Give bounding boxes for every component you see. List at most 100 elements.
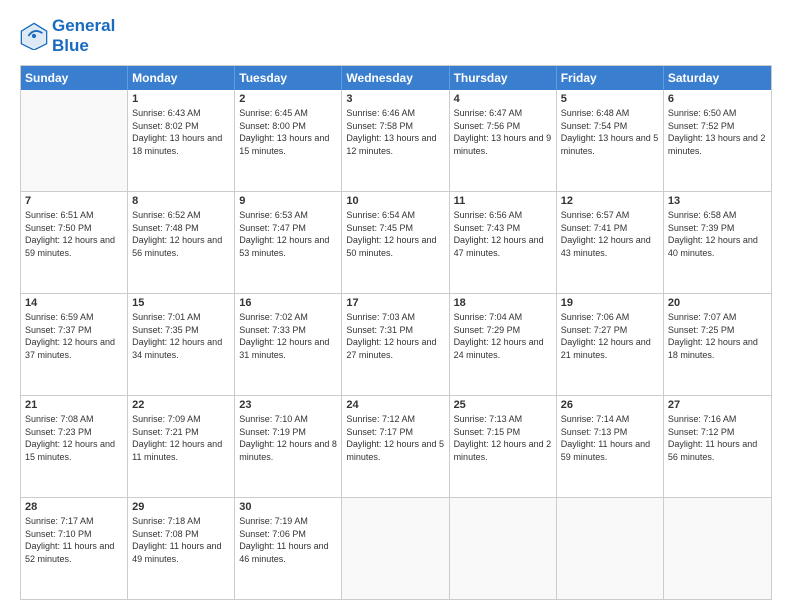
day-number: 16 [239,297,337,309]
calendar-cell: 12Sunrise: 6:57 AMSunset: 7:41 PMDayligh… [557,192,664,293]
day-number: 25 [454,399,552,411]
calendar-cell: 30 Sunrise: 7:19 AMSunset: 7:06 PMDayligh… [235,498,342,599]
day-number: 9 [239,195,337,207]
cell-info: Sunrise: 6:43 AMSunset: 8:02 PMDaylight:… [132,107,230,157]
cell-info: Sunrise: 7:09 AMSunset: 7:21 PMDaylight:… [132,413,230,463]
weekday-header-tuesday: Tuesday [235,66,342,90]
calendar-cell: 5 Sunrise: 6:48 AMSunset: 7:54 PMDaylight… [557,90,664,191]
calendar-cell: 18 Sunrise: 7:04 AMSunset: 7:29 PMDayligh… [450,294,557,395]
calendar-header: SundayMondayTuesdayWednesdayThursdayFrid… [21,66,771,90]
calendar-cell: 25 Sunrise: 7:13 AMSunset: 7:15 PMDayligh… [450,396,557,497]
calendar-cell [450,498,557,599]
calendar-cell: 13 Sunrise: 6:58 AMSunset: 7:39 PMDayligh… [664,192,771,293]
cell-info: Sunrise: 7:19 AMSunset: 7:06 PMDaylight:… [239,515,337,565]
calendar-body: 1 Sunrise: 6:43 AMSunset: 8:02 PMDaylight… [21,90,771,599]
cell-info: Sunrise: 7:18 AMSunset: 7:08 PMDaylight:… [132,515,230,565]
day-number: 1 [132,93,230,105]
day-number: 27 [668,399,767,411]
day-number: 13 [668,195,767,207]
weekday-header-sunday: Sunday [21,66,128,90]
weekday-header-friday: Friday [557,66,664,90]
calendar-cell: 1 Sunrise: 6:43 AMSunset: 8:02 PMDaylight… [128,90,235,191]
cell-info: Sunrise: 6:47 AMSunset: 7:56 PMDaylight:… [454,107,552,157]
calendar-cell: 6 Sunrise: 6:50 AMSunset: 7:52 PMDaylight… [664,90,771,191]
day-number: 28 [25,501,123,513]
cell-info: Sunrise: 7:07 AMSunset: 7:25 PMDaylight:… [668,311,767,361]
calendar-cell: 24 Sunrise: 7:12 AMSunset: 7:17 PMDayligh… [342,396,449,497]
cell-info: Sunrise: 7:01 AMSunset: 7:35 PMDaylight:… [132,311,230,361]
day-number: 11 [454,195,552,207]
cell-info: Sunrise: 6:59 AMSunset: 7:37 PMDaylight:… [25,311,123,361]
day-number: 6 [668,93,767,105]
calendar-cell: 23Sunrise: 7:10 AMSunset: 7:19 PMDayligh… [235,396,342,497]
cell-info: Sunrise: 7:13 AMSunset: 7:15 PMDaylight:… [454,413,552,463]
calendar-cell: 21 Sunrise: 7:08 AMSunset: 7:23 PMDayligh… [21,396,128,497]
cell-info: Sunrise: 6:51 AMSunset: 7:50 PMDaylight:… [25,209,123,259]
calendar-cell: 27 Sunrise: 7:16 AMSunset: 7:12 PMDayligh… [664,396,771,497]
day-number: 20 [668,297,767,309]
header: General Blue [20,16,772,55]
cell-info: Sunrise: 7:12 AMSunset: 7:17 PMDaylight:… [346,413,444,463]
calendar-cell [342,498,449,599]
calendar-cell: 8 Sunrise: 6:52 AMSunset: 7:48 PMDaylight… [128,192,235,293]
day-number: 8 [132,195,230,207]
cell-info: Sunrise: 7:06 AMSunset: 7:27 PMDaylight:… [561,311,659,361]
cell-info: Sunrise: 6:56 AMSunset: 7:43 PMDaylight:… [454,209,552,259]
cell-info: Sunrise: 6:46 AMSunset: 7:58 PMDaylight:… [346,107,444,157]
calendar-cell: 28 Sunrise: 7:17 AMSunset: 7:10 PMDayligh… [21,498,128,599]
day-number: 7 [25,195,123,207]
calendar-cell: 2Sunrise: 6:45 AMSunset: 8:00 PMDaylight… [235,90,342,191]
calendar-row-4: 28 Sunrise: 7:17 AMSunset: 7:10 PMDayligh… [21,497,771,599]
cell-info: Sunrise: 7:04 AMSunset: 7:29 PMDaylight:… [454,311,552,361]
day-number: 26 [561,399,659,411]
day-number: 21 [25,399,123,411]
day-number: 17 [346,297,444,309]
cell-info: Sunrise: 6:48 AMSunset: 7:54 PMDaylight:… [561,107,659,157]
calendar-cell: 17Sunrise: 7:03 AMSunset: 7:31 PMDayligh… [342,294,449,395]
day-number: 24 [346,399,444,411]
day-number: 12 [561,195,659,207]
calendar-cell: 16 Sunrise: 7:02 AMSunset: 7:33 PMDayligh… [235,294,342,395]
weekday-header-saturday: Saturday [664,66,771,90]
calendar-cell: 14Sunrise: 6:59 AMSunset: 7:37 PMDayligh… [21,294,128,395]
page: General Blue SundayMondayTuesdayWednesda… [0,0,792,612]
cell-info: Sunrise: 7:10 AMSunset: 7:19 PMDaylight:… [239,413,337,463]
day-number: 18 [454,297,552,309]
calendar: SundayMondayTuesdayWednesdayThursdayFrid… [20,65,772,600]
cell-info: Sunrise: 6:58 AMSunset: 7:39 PMDaylight:… [668,209,767,259]
calendar-cell: 9Sunrise: 6:53 AMSunset: 7:47 PMDaylight… [235,192,342,293]
day-number: 29 [132,501,230,513]
calendar-row-0: 1 Sunrise: 6:43 AMSunset: 8:02 PMDaylight… [21,90,771,191]
cell-info: Sunrise: 7:14 AMSunset: 7:13 PMDaylight:… [561,413,659,463]
cell-info: Sunrise: 6:54 AMSunset: 7:45 PMDaylight:… [346,209,444,259]
calendar-row-1: 7 Sunrise: 6:51 AMSunset: 7:50 PMDaylight… [21,191,771,293]
day-number: 19 [561,297,659,309]
calendar-row-3: 21 Sunrise: 7:08 AMSunset: 7:23 PMDayligh… [21,395,771,497]
calendar-cell: 22 Sunrise: 7:09 AMSunset: 7:21 PMDayligh… [128,396,235,497]
cell-info: Sunrise: 7:17 AMSunset: 7:10 PMDaylight:… [25,515,123,565]
day-number: 3 [346,93,444,105]
logo-icon [20,22,48,50]
cell-info: Sunrise: 7:08 AMSunset: 7:23 PMDaylight:… [25,413,123,463]
calendar-cell: 29 Sunrise: 7:18 AMSunset: 7:08 PMDayligh… [128,498,235,599]
day-number: 30 [239,501,337,513]
cell-info: Sunrise: 6:52 AMSunset: 7:48 PMDaylight:… [132,209,230,259]
weekday-header-thursday: Thursday [450,66,557,90]
day-number: 4 [454,93,552,105]
cell-info: Sunrise: 6:50 AMSunset: 7:52 PMDaylight:… [668,107,767,157]
calendar-cell: 26 Sunrise: 7:14 AMSunset: 7:13 PMDayligh… [557,396,664,497]
calendar-cell: 10Sunrise: 6:54 AMSunset: 7:45 PMDayligh… [342,192,449,293]
cell-info: Sunrise: 7:02 AMSunset: 7:33 PMDaylight:… [239,311,337,361]
day-number: 5 [561,93,659,105]
cell-info: Sunrise: 7:16 AMSunset: 7:12 PMDaylight:… [668,413,767,463]
day-number: 22 [132,399,230,411]
calendar-cell: 7 Sunrise: 6:51 AMSunset: 7:50 PMDaylight… [21,192,128,293]
calendar-cell: 4 Sunrise: 6:47 AMSunset: 7:56 PMDaylight… [450,90,557,191]
calendar-cell: 19 Sunrise: 7:06 AMSunset: 7:27 PMDayligh… [557,294,664,395]
weekday-header-wednesday: Wednesday [342,66,449,90]
calendar-cell [664,498,771,599]
weekday-header-monday: Monday [128,66,235,90]
day-number: 2 [239,93,337,105]
logo-text: General Blue [52,16,115,55]
calendar-cell: 20 Sunrise: 7:07 AMSunset: 7:25 PMDayligh… [664,294,771,395]
